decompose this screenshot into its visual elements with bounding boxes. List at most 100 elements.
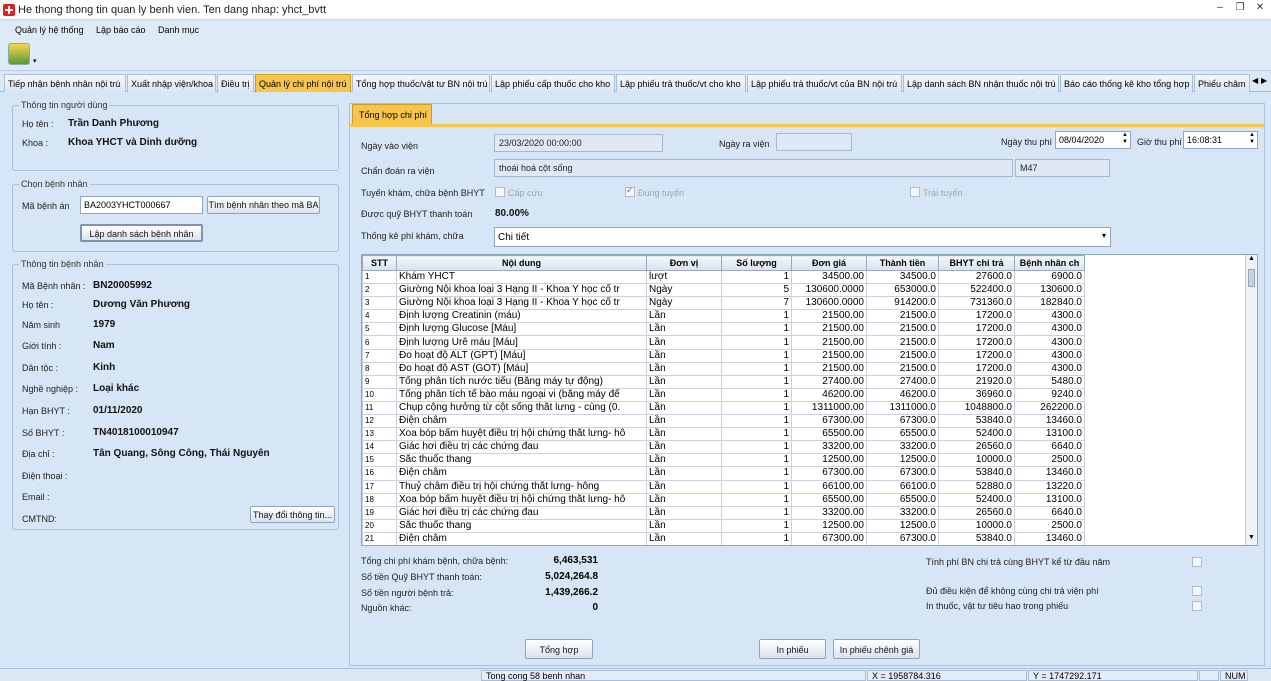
table-cell[interactable]: 653000.0 (866, 283, 939, 298)
table-cell[interactable]: 20 (362, 518, 397, 533)
table-cell[interactable]: 1 (721, 466, 792, 481)
table-cell[interactable]: 53840.0 (938, 531, 1015, 545)
table-cell[interactable]: 1 (721, 453, 792, 468)
tab-inpatient-costs[interactable]: Quản lý chi phí nội trú (255, 74, 351, 92)
table-cell[interactable]: Giường Nội khoa loại 3 Hạng II - Khoa Y … (396, 296, 647, 311)
table-cell[interactable]: 26560.0 (938, 505, 1015, 520)
table-cell[interactable]: Lần (646, 531, 722, 545)
table-cell[interactable]: Xoa bóp bấm huyệt điều trị hội chứng thắ… (396, 492, 647, 507)
table-cell[interactable]: Lần (646, 505, 722, 520)
table-cell[interactable]: Lần (646, 414, 722, 429)
table-cell[interactable]: 65500.0 (866, 492, 939, 507)
table-cell[interactable]: Sắc thuốc thang (396, 453, 647, 468)
table-cell[interactable]: 67300.00 (791, 531, 867, 545)
table-row[interactable]: 2 Giường Nội khoa loại 3 Hạng II - Khoa Y… (362, 283, 1085, 298)
table-cell[interactable]: 4300.0 (1014, 322, 1085, 337)
table-cell[interactable]: 52880.0 (938, 479, 1015, 494)
table-cell[interactable]: Thuỷ châm điều trị hội chứng thắt lưng- … (396, 479, 647, 494)
table-cell[interactable]: 12500.0 (866, 453, 939, 468)
table-cell[interactable]: Lần (646, 492, 722, 507)
table-cell[interactable]: 17200.0 (938, 309, 1015, 324)
table-cell[interactable]: 66100.0 (866, 479, 939, 494)
table-cell[interactable]: 13100.0 (1014, 427, 1085, 442)
table-cell[interactable]: Lần (646, 322, 722, 337)
menu-system[interactable]: Quản lý hệ thống (15, 25, 84, 35)
menu-catalog[interactable]: Danh mục (158, 25, 199, 35)
table-cell[interactable]: 67300.0 (866, 531, 939, 545)
table-cell[interactable]: 13 (362, 427, 397, 442)
column-header[interactable]: Số lượng (721, 255, 792, 271)
scroll-up-icon[interactable]: ▲ (1248, 255, 1255, 262)
column-header[interactable]: Thành tiền (866, 255, 939, 271)
table-cell[interactable]: 7 (721, 296, 792, 311)
table-cell[interactable]: 34500.0 (866, 269, 939, 285)
table-cell[interactable]: Lần (646, 387, 722, 402)
table-cell[interactable]: Lần (646, 309, 722, 324)
table-cell[interactable]: Lần (646, 348, 722, 363)
table-cell[interactable]: 4300.0 (1014, 335, 1085, 350)
table-cell[interactable]: Khám YHCT (396, 269, 647, 285)
table-cell[interactable]: 2 (362, 283, 397, 298)
table-cell[interactable]: 21500.0 (866, 322, 939, 337)
table-cell[interactable]: 1311000.0 (866, 400, 939, 416)
change-info-button[interactable]: Thay đổi thông tin... (250, 506, 335, 523)
table-cell[interactable]: 17 (362, 479, 397, 494)
summary-button[interactable]: Tổng hợp (525, 639, 593, 659)
table-cell[interactable]: 16 (362, 466, 397, 481)
table-cell[interactable]: 17200.0 (938, 322, 1015, 337)
table-cell[interactable]: Xoa bóp bấm huyệt điều trị hội chứng thắ… (396, 427, 647, 442)
table-cell[interactable]: 27400.0 (866, 374, 939, 389)
tab-patient-return[interactable]: Lập phiếu trả thuốc/vt của BN nội trú (747, 74, 902, 92)
table-cell[interactable]: Định lượng Urê máu [Máu] (396, 335, 647, 350)
table-cell[interactable]: 67300.00 (791, 414, 867, 429)
table-cell[interactable]: 10 (362, 387, 397, 402)
table-cell[interactable]: 5480.0 (1014, 374, 1085, 389)
table-cell[interactable]: 13100.0 (1014, 492, 1085, 507)
table-cell[interactable]: 1 (721, 427, 792, 442)
table-cell[interactable]: Lần (646, 361, 722, 376)
table-cell[interactable]: 33200.0 (866, 505, 939, 520)
discharge-date-field[interactable] (776, 133, 852, 151)
table-cell[interactable]: 5 (721, 283, 792, 298)
table-cell[interactable]: 4300.0 (1014, 309, 1085, 324)
table-row[interactable]: 1 Khám YHCT lượt 1 34500.00 34500.0 27600.0 690… (362, 269, 1085, 285)
table-cell[interactable]: 1 (721, 309, 792, 324)
table-cell[interactable]: Tổng phân tích nước tiểu (Bằng máy tự độ… (396, 374, 647, 389)
tab-medicine-return[interactable]: Lập phiếu trả thuốc/vt cho kho (616, 74, 746, 92)
table-cell[interactable]: 21500.00 (791, 322, 867, 337)
tab-inpatient-reception[interactable]: Tiếp nhận bệnh nhân nội trú (4, 74, 126, 92)
table-cell[interactable]: 262200.0 (1014, 400, 1085, 416)
table-cell[interactable]: 13460.0 (1014, 531, 1085, 545)
table-cell[interactable]: 1 (721, 348, 792, 363)
table-cell[interactable]: 33200.0 (866, 440, 939, 455)
record-code-input[interactable]: BA2003YHCT000667 (80, 196, 203, 214)
table-cell[interactable]: Điện châm (396, 531, 647, 545)
spin-icon[interactable]: ▲ ▼ (1249, 132, 1255, 146)
table-cell[interactable]: 3 (362, 296, 397, 311)
table-cell[interactable]: 1311000.00 (791, 400, 867, 416)
table-cell[interactable]: 1 (721, 531, 792, 545)
table-cell[interactable]: 34500.00 (791, 269, 867, 285)
table-cell[interactable]: Chụp cộng hưởng từ cột sống thắt lưng - … (396, 400, 647, 416)
table-cell[interactable]: 12500.0 (866, 518, 939, 533)
table-cell[interactable]: 14 (362, 440, 397, 455)
table-cell[interactable]: 2500.0 (1014, 518, 1085, 533)
tab-scroll-right-icon[interactable]: ▶ (1261, 76, 1267, 85)
table-cell[interactable]: 33200.00 (791, 505, 867, 520)
table-cell[interactable]: Định lượng Glucose [Máu] (396, 322, 647, 337)
table-cell[interactable]: 36960.0 (938, 387, 1015, 402)
table-cell[interactable]: Tổng phân tích tế bào máu ngoại vi (bằng… (396, 387, 647, 402)
table-cell[interactable]: 21500.00 (791, 309, 867, 324)
table-cell[interactable]: 26560.0 (938, 440, 1015, 455)
table-cell[interactable]: 27600.0 (938, 269, 1015, 285)
admit-date-field[interactable]: 23/03/2020 00:00:00 (494, 134, 663, 152)
table-row[interactable]: 3 Giường Nội khoa loại 3 Hạng II - Khoa Y… (362, 296, 1085, 311)
table-row[interactable]: 7 Đo hoạt độ ALT (GPT) [Máu] Lần 1 21500.00 2… (362, 348, 1085, 363)
table-cell[interactable]: 67300.0 (866, 466, 939, 481)
table-cell[interactable]: 21500.0 (866, 348, 939, 363)
table-cell[interactable]: Lần (646, 335, 722, 350)
tab-medicine-issue[interactable]: Lập phiếu cấp thuốc cho kho (491, 74, 615, 92)
table-row[interactable]: 21 Điện châm Lần 1 67300.00 67300.0 53840.0 134… (362, 531, 1085, 545)
table-cell[interactable]: 33200.00 (791, 440, 867, 455)
table-cell[interactable]: 17200.0 (938, 361, 1015, 376)
